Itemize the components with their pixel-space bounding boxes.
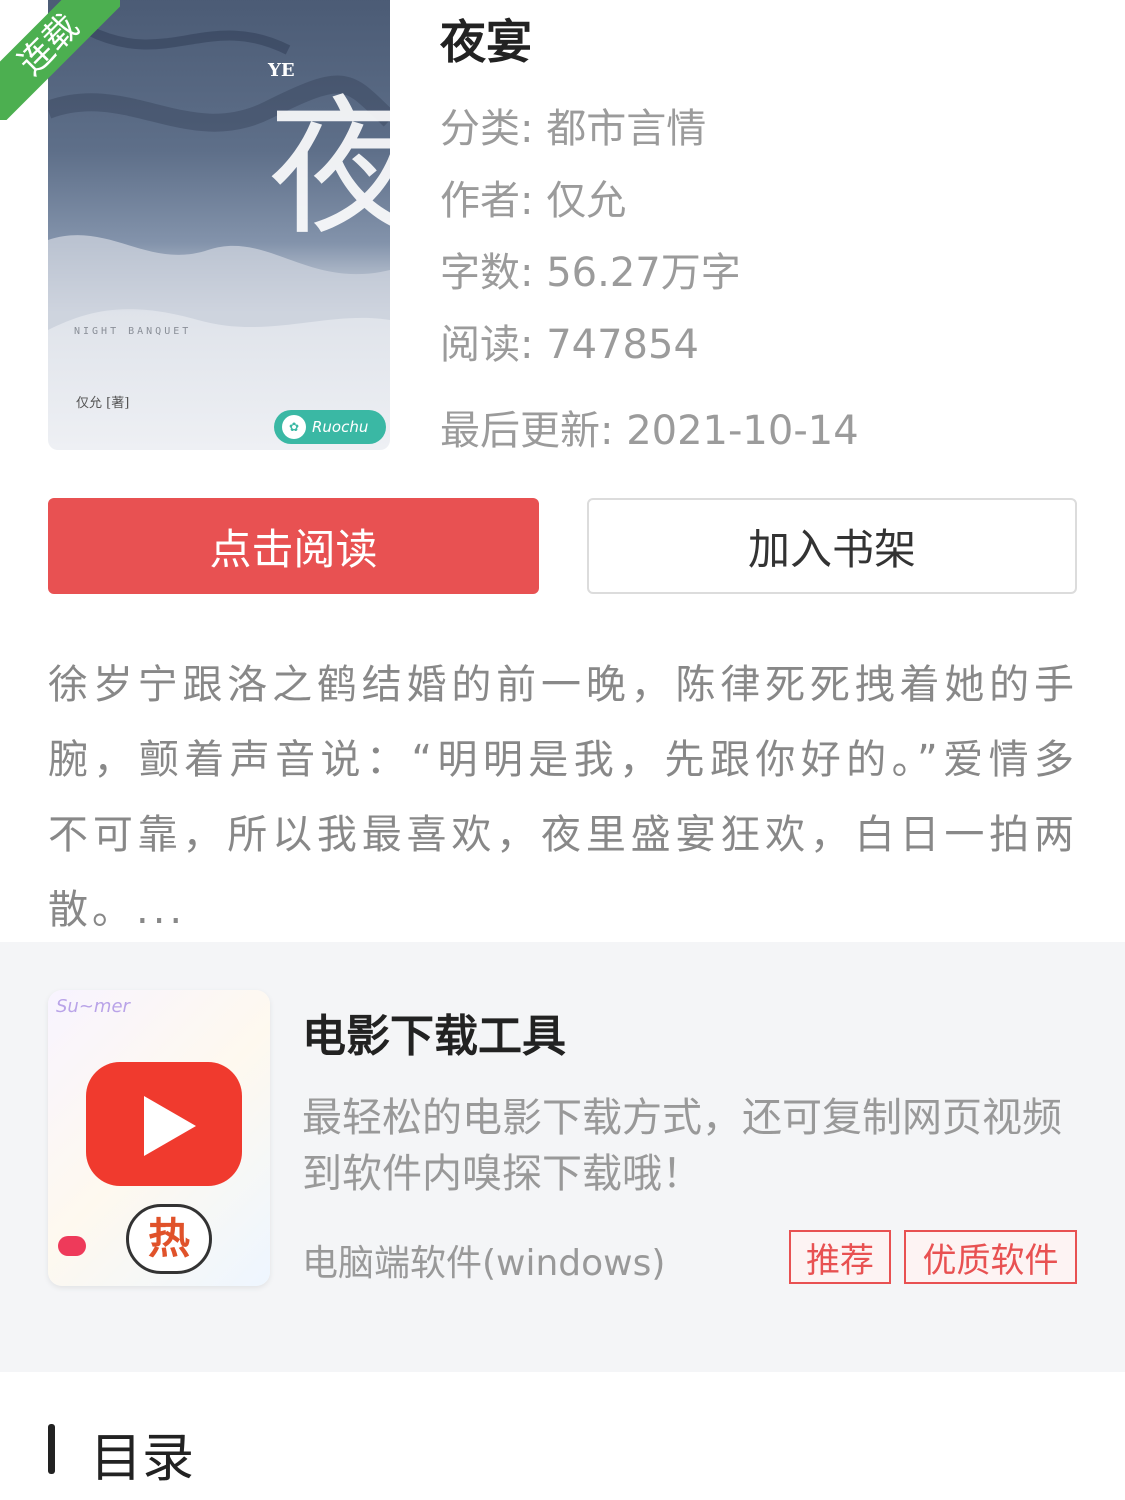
status-ribbon-label: 连载	[0, 0, 120, 120]
word-count-label: 字数:	[440, 250, 534, 296]
svg-text:夜宴: 夜宴	[268, 82, 390, 256]
tag-recommended: 推荐	[789, 1230, 891, 1284]
status-ribbon: 连载	[0, 0, 120, 120]
promo-description: 最轻松的电影下载方式，还可复制网页视频到软件内嗅探下载哦！	[302, 1095, 1062, 1197]
cover-latin-title: YE	[268, 60, 295, 81]
book-reads: 阅读: 747854	[440, 312, 699, 370]
add-to-shelf-button[interactable]: 加入书架	[587, 498, 1077, 594]
tag-quality-software: 优质软件	[904, 1230, 1077, 1284]
promo-card[interactable]: Su~mer 热 电影下载工具 最轻松的电影下载方式，还可复制网页视频到软件内嗅…	[0, 942, 1125, 1372]
category-label: 分类:	[440, 106, 534, 152]
section-marker	[48, 1424, 55, 1474]
book-word-count: 字数: 56.27万字	[440, 240, 741, 298]
word-count-value: 56.27万字	[546, 250, 741, 296]
book-updated: 最后更新: 2021-10-14	[440, 398, 859, 456]
book-category: 分类: 都市言情	[440, 96, 706, 154]
publisher-logo: ✿ Ruochu	[274, 410, 386, 444]
app-icon[interactable]: Su~mer 热	[48, 990, 270, 1286]
reads-label: 阅读:	[440, 322, 534, 368]
reads-value: 747854	[546, 322, 699, 368]
updated-value: 2021-10-14	[626, 408, 859, 454]
book-author: 作者: 仅允	[440, 168, 626, 226]
tree-icon: ✿	[282, 415, 306, 439]
sticker-decoration: Su~mer	[56, 996, 130, 1017]
updated-label: 最后更新:	[440, 408, 614, 454]
catalog-heading: 目录	[90, 1429, 195, 1489]
play-icon	[86, 1062, 242, 1186]
book-description[interactable]: 徐岁宁跟洛之鹤结婚的前一晚，陈律死死拽着她的手腕，颤着声音说：“明明是我，先跟你…	[48, 648, 1078, 948]
cover-subtitle: NIGHT BANQUET	[74, 326, 192, 337]
book-title: 夜宴	[440, 15, 532, 69]
author-label: 作者:	[440, 178, 534, 224]
cover-author: 仅允 [著]	[76, 396, 130, 411]
promo-platform: 电脑端软件(windows)	[302, 1243, 666, 1284]
promo-title[interactable]: 电影下载工具	[302, 1000, 566, 1064]
publisher-name: Ruochu	[312, 418, 369, 436]
category-value: 都市言情	[546, 106, 707, 152]
read-button[interactable]: 点击阅读	[48, 498, 539, 594]
hot-badge: 热	[126, 1204, 212, 1274]
author-value: 仅允	[546, 178, 627, 224]
lips-icon	[58, 1236, 86, 1256]
